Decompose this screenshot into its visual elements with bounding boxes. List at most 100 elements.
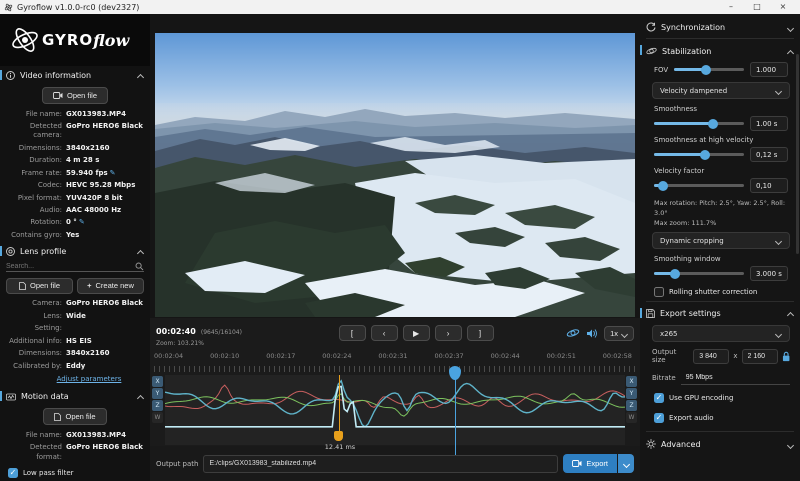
stabilization-toggle-icon[interactable]: [566, 327, 580, 339]
close-button[interactable]: ×: [770, 1, 796, 13]
adjust-parameters-link[interactable]: Adjust parameters: [0, 372, 150, 387]
export-options-button[interactable]: [618, 454, 634, 473]
chevron-down-icon[interactable]: [787, 24, 794, 31]
playback-speed-button[interactable]: 1x: [604, 326, 634, 341]
player-controls: 00:02:40 (9645/16104) Zoom: 103.21% [ ‹ …: [150, 318, 640, 348]
zoom-level: Zoom: 103.21%: [156, 340, 266, 348]
section-title: Motion data: [21, 392, 132, 401]
lens-search[interactable]: [6, 262, 144, 272]
axis-y-button[interactable]: Y: [152, 388, 163, 399]
output-path-field[interactable]: [203, 455, 558, 473]
smoothing-window-slider[interactable]: [654, 272, 744, 275]
checkbox-checked-icon[interactable]: ✓: [654, 413, 664, 423]
bitrate-field[interactable]: [681, 370, 790, 385]
tick-label: 00:02:44: [491, 352, 520, 360]
divider: [646, 38, 794, 39]
checkbox-checked-icon[interactable]: ✓: [654, 393, 664, 403]
lock-aspect-icon[interactable]: [782, 351, 790, 362]
chevron-up-icon[interactable]: [137, 248, 144, 255]
info-row: Additional info:HS EIS: [0, 335, 150, 347]
bitrate-input[interactable]: [686, 374, 785, 381]
sync-marker-handle[interactable]: [334, 431, 343, 441]
output-path-input[interactable]: [209, 460, 552, 467]
export-audio-row[interactable]: ✓ Export audio: [640, 405, 800, 425]
scrollbar[interactable]: [796, 54, 799, 254]
cropping-dropdown[interactable]: Dynamic cropping: [652, 232, 790, 249]
section-synchronization[interactable]: Synchronization: [640, 17, 800, 36]
axis-z-button[interactable]: Z: [152, 400, 163, 411]
window-title: Gyroflow v1.0.0-rc0 (dev2327): [17, 3, 139, 12]
timeline-ruler[interactable]: 00:02:04 00:02:10 00:02:17 00:02:24 00:0…: [150, 348, 640, 374]
section-export-settings[interactable]: Export settings: [640, 304, 800, 322]
output-height-input[interactable]: [748, 353, 772, 360]
axis-z-button[interactable]: Z: [626, 400, 637, 411]
maximize-button[interactable]: □: [744, 1, 770, 13]
axis-x-button[interactable]: X: [626, 376, 637, 387]
smoothness-value[interactable]: 1.00 s: [750, 116, 788, 131]
velocity-factor-slider[interactable]: [654, 184, 744, 187]
axis-w-button[interactable]: W: [626, 412, 637, 423]
lens-open-file-button[interactable]: Open file: [6, 278, 73, 294]
tick-label: 00:02:58: [603, 352, 632, 360]
video-open-file-button[interactable]: Open file: [42, 87, 108, 104]
video-stage[interactable]: [150, 14, 640, 318]
high-velocity-slider[interactable]: [654, 153, 744, 156]
chevron-down-icon: [775, 87, 782, 94]
next-frame-button[interactable]: ›: [435, 325, 462, 341]
checkbox-unchecked-icon[interactable]: [654, 287, 664, 297]
section-video-information[interactable]: Video information: [0, 66, 150, 84]
edit-icon[interactable]: ✎: [79, 218, 85, 226]
section-advanced[interactable]: Advanced: [640, 434, 800, 453]
gpu-encoding-label: Use GPU encoding: [669, 394, 733, 402]
high-velocity-value[interactable]: 0,12 s: [750, 147, 788, 162]
trim-end-button[interactable]: ]: [467, 325, 494, 341]
max-values-info: Max rotation: Pitch: 2.5°, Yaw: 2.5°, Ro…: [640, 195, 800, 229]
lens-search-input[interactable]: [6, 263, 135, 270]
smoothness-slider[interactable]: [654, 122, 744, 125]
export-button[interactable]: Export: [563, 454, 617, 473]
gpu-encoding-row[interactable]: ✓ Use GPU encoding: [640, 387, 800, 405]
camera-icon: [53, 92, 63, 99]
motion-open-file-button[interactable]: Open file: [43, 408, 106, 425]
axis-w-button[interactable]: W: [152, 412, 163, 423]
chevron-up-icon[interactable]: [137, 72, 144, 79]
section-stabilization[interactable]: Stabilization: [640, 41, 800, 60]
edit-icon[interactable]: ✎: [110, 169, 116, 177]
checkbox-checked-icon[interactable]: ✓: [8, 468, 18, 478]
lens-info-list: Camera:GoPro HERO6 Black Lens:Wide Setti…: [0, 298, 150, 373]
lens-create-new-button[interactable]: + Create new: [77, 278, 144, 294]
divider: [646, 301, 794, 302]
chevron-up-icon[interactable]: [787, 48, 794, 55]
codec-dropdown[interactable]: x265: [652, 325, 790, 342]
smoothing-window-value[interactable]: 3.000 s: [750, 266, 788, 281]
trim-start-button[interactable]: [: [339, 325, 366, 341]
output-width-field[interactable]: [693, 349, 729, 364]
max-rotation-text: Max rotation: Pitch: 2.5°, Yaw: 2.5°, Ro…: [654, 199, 788, 219]
fov-value[interactable]: 1.000: [750, 62, 788, 77]
play-button[interactable]: ▶: [403, 325, 430, 341]
section-lens-profile[interactable]: Lens profile: [0, 242, 150, 260]
chevron-up-icon[interactable]: [787, 310, 794, 317]
info-row: Duration:4 m 28 s: [0, 155, 150, 167]
gyro-waveform-chart[interactable]: 12.41 ms: [165, 375, 625, 445]
search-icon: [135, 262, 144, 271]
output-height-field[interactable]: [742, 349, 778, 364]
velocity-factor-label: Velocity factor: [640, 164, 800, 176]
minimize-button[interactable]: –: [718, 1, 744, 13]
volume-icon[interactable]: [586, 328, 598, 339]
output-width-input[interactable]: [699, 353, 723, 360]
chevron-up-icon[interactable]: [137, 393, 144, 400]
prev-frame-button[interactable]: ‹: [371, 325, 398, 341]
rolling-shutter-row[interactable]: Rolling shutter correction: [640, 283, 800, 299]
logo-text-gyro: GYRO: [42, 31, 93, 49]
axis-y-button[interactable]: Y: [626, 388, 637, 399]
smoothing-method-dropdown[interactable]: Velocity dampened: [652, 82, 790, 99]
axis-x-button[interactable]: X: [152, 376, 163, 387]
chevron-down-icon[interactable]: [787, 441, 794, 448]
velocity-factor-value[interactable]: 0,10: [750, 178, 788, 193]
low-pass-filter-row[interactable]: ✓ Low pass filter: [0, 464, 150, 480]
tick-label: 00:02:51: [547, 352, 576, 360]
fov-slider[interactable]: [674, 68, 744, 71]
section-motion-data[interactable]: Motion data: [0, 387, 150, 405]
lens-icon: [6, 247, 15, 256]
